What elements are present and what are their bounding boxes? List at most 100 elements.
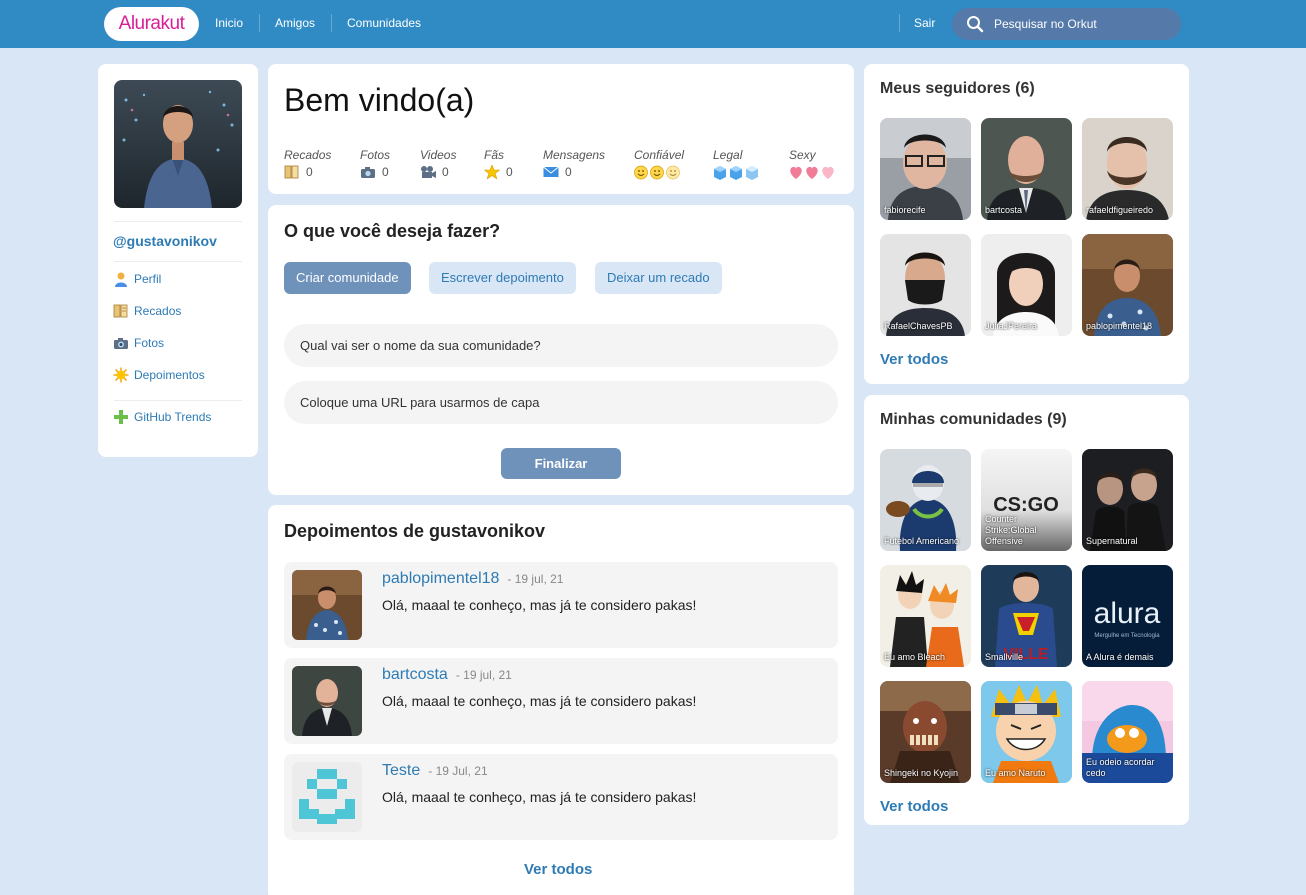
communities-see-all-link[interactable]: Ver todos [880,798,948,815]
menu-item-github-trends[interactable]: GitHub Trends [113,409,211,425]
search-icon [967,16,984,33]
menu-label: GitHub Trends [134,410,212,424]
community-tile[interactable]: VILLE Smallville [981,565,1072,667]
community-name: A Alura é demais [1086,652,1154,662]
nav-amigos[interactable]: Amigos [275,16,315,30]
communities-title: Minhas comunidades (9) [880,411,1067,428]
user-icon [115,272,127,287]
follower-tile[interactable]: RafaelChavesPB [880,234,971,336]
author-name[interactable]: bartcosta [382,666,448,683]
sun-icon [113,367,129,383]
welcome-box: Bem vindo(a) Recados 0 Fotos 0 Videos 0 … [268,64,854,194]
follower-name: rafaeldfigueiredo [1086,205,1154,215]
testimonials-title: Depoimentos de gustavonikov [284,521,546,541]
stat-fotos: Fotos 0 [360,148,390,179]
camera-icon [114,338,128,349]
followers-box: Meus seguidores (6) fabiorecife bartcost… [864,64,1189,384]
stat-value: 0 [565,165,572,179]
alura-logo-text: alura [1094,597,1161,630]
followers-see-all-link[interactable]: Ver todos [880,351,948,368]
leave-message-button[interactable]: Deixar um recado [595,262,722,294]
community-name: Counter Strike:Global Offensive [985,514,1037,546]
profile-username[interactable]: @gustavonikov [113,233,217,249]
menu-item-fotos[interactable]: Fotos [113,335,164,351]
star-icon [484,165,500,179]
testimonial-date: - 19 Jul, 21 [428,764,488,778]
testimonial-text: Olá, maaal te conheço, mas já te conside… [382,693,697,709]
write-testimonial-button[interactable]: Escrever depoimento [429,262,576,294]
community-tile[interactable]: Shingeki no Kyojin [880,681,971,783]
community-tile[interactable]: Eu odeio acordar cedo [1082,681,1173,783]
menu-label: Depoimentos [134,368,205,382]
notebook-icon [284,165,299,179]
nav-comunidades[interactable]: Comunidades [347,16,421,30]
testimonial-avatar[interactable] [292,570,362,640]
menu-label: Recados [134,304,182,318]
stat-recados: Recados 0 [284,148,331,179]
nav-inicio[interactable]: Inicio [215,16,243,30]
author-name[interactable]: Teste [382,762,420,779]
follower-name: pablopimentel18 [1086,321,1153,331]
testimonial-item: pablopimentel18 - 19 jul, 21 Olá, maaal t… [284,562,838,648]
testimonial-author[interactable]: Teste - 19 Jul, 21 [382,762,488,780]
community-name: Smallville [985,652,1024,662]
plus-icon [114,410,128,424]
cover-url-input[interactable]: Coloque uma URL para usarmos de capa [284,381,838,424]
follower-tile[interactable]: JuliaJPereira [981,234,1072,336]
profile-avatar [114,80,242,208]
testimonial-date: - 19 jul, 21 [507,572,564,586]
testimonials-see-all-link[interactable]: Ver todos [524,861,592,878]
nav-divider [259,14,260,32]
author-name[interactable]: pablopimentel18 [382,570,499,587]
finalize-button[interactable]: Finalizar [501,448,621,479]
logout-link[interactable]: Sair [914,16,935,30]
stat-label: Mensagens [543,148,606,162]
menu-label: Fotos [134,336,165,350]
community-tile[interactable]: alura Mergulhe em Tecnologia A Alura é d… [1082,565,1173,667]
menu-item-depoimentos[interactable]: Depoimentos [113,367,205,383]
ice-cube-icon [714,166,758,180]
menu-item-recados[interactable]: Recados [113,303,181,319]
stat-label: Recados [284,148,332,162]
community-tile[interactable]: CS:GO Counter Strike:Global Offensive [981,449,1072,551]
community-tile[interactable]: Eu amo Bleach [880,565,971,667]
welcome-title: Bem vindo(a) [284,82,475,118]
menu-label: Perfil [134,272,162,286]
follower-tile[interactable]: pablopimentel18 [1082,234,1173,336]
testimonial-author[interactable]: pablopimentel18 - 19 jul, 21 [382,570,563,588]
testimonial-avatar[interactable] [292,666,362,736]
testimonial-item: Teste - 19 Jul, 21 Olá, maaal te conheço,… [284,754,838,840]
communities-box: Minhas comunidades (9) Futebol Americano… [864,395,1189,825]
follower-tile[interactable]: fabiorecife [880,118,971,220]
community-name: Supernatural [1086,536,1138,546]
community-name-input[interactable]: Qual vai ser o nome da sua comunidade? [284,324,838,367]
rating-label: Legal [713,148,743,162]
heart-icon [790,166,834,179]
menu-item-perfil[interactable]: Perfil [113,271,161,287]
community-tile[interactable]: Supernatural [1082,449,1173,551]
camera-icon [361,167,375,178]
follower-name: bartcosta [985,205,1023,215]
testimonial-avatar[interactable] [292,762,362,832]
create-community-button[interactable]: Criar comunidade [284,262,411,294]
rating-label: Sexy [789,148,816,162]
alurakut-logo[interactable]: Alurakut [104,7,199,41]
testimonial-author[interactable]: bartcosta - 19 jul, 21 [382,666,512,684]
community-name: Shingeki no Kyojin [884,768,959,778]
follower-tile[interactable]: bartcosta [981,118,1072,220]
stat-value: 0 [382,165,389,179]
nav-divider [899,14,900,32]
community-tile[interactable]: Eu amo Naruto [981,681,1072,783]
testimonial-text: Olá, maaal te conheço, mas já te conside… [382,789,697,805]
stat-value: 0 [442,165,449,179]
search-input[interactable]: Pesquisar no Orkut [952,8,1181,40]
stat-value: 0 [506,165,513,179]
top-bar: Alurakut Inicio Amigos Comunidades Sair … [0,0,1306,48]
community-tile[interactable]: Futebol Americano [880,449,971,551]
stat-label: Videos [420,148,457,162]
follower-name: RafaelChavesPB [884,321,953,331]
alura-tagline-text: Mergulhe em Tecnologia [1094,633,1160,639]
action-form-box: O que você deseja fazer? Criar comunidad… [268,205,854,495]
followers-title: Meus seguidores (6) [880,80,1035,97]
follower-tile[interactable]: rafaeldfigueiredo [1082,118,1173,220]
